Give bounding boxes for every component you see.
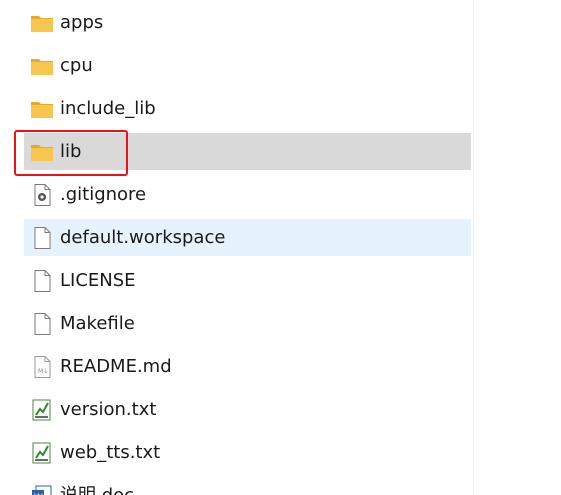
file-list-item[interactable]: include_lib	[24, 90, 471, 127]
file-list-item[interactable]: W 说明.doc	[24, 477, 471, 495]
svg-text:M↓: M↓	[38, 368, 48, 375]
folder-icon	[30, 12, 54, 34]
file-list-item[interactable]: apps	[24, 4, 471, 41]
file-list: apps cpu include_liblib .gitignore default.w…	[0, 0, 473, 495]
text-file-icon	[30, 399, 54, 421]
blank-file-icon	[30, 227, 54, 249]
file-name-label: apps	[60, 12, 104, 33]
file-list-item[interactable]: .gitignore	[24, 176, 471, 213]
word-doc-icon: W	[30, 485, 54, 495]
file-list-item[interactable]: cpu	[24, 47, 471, 84]
file-name-label: Makefile	[60, 313, 135, 334]
file-list-item[interactable]: lib	[24, 133, 471, 170]
file-name-label: lib	[60, 141, 82, 162]
file-list-item[interactable]: version.txt	[24, 391, 471, 428]
file-name-label: LICENSE	[60, 270, 136, 291]
file-list-item[interactable]: LICENSE	[24, 262, 471, 299]
markdown-file-icon: M↓	[30, 356, 54, 378]
blank-file-icon	[30, 270, 54, 292]
file-name-label: README.md	[60, 356, 172, 377]
file-name-label: include_lib	[60, 98, 156, 119]
file-name-label: cpu	[60, 55, 93, 76]
file-name-label: web_tts.txt	[60, 442, 161, 463]
pane-divider	[473, 0, 474, 495]
config-file-icon	[30, 184, 54, 206]
text-file-icon	[30, 442, 54, 464]
file-list-item[interactable]: default.workspace	[24, 219, 471, 256]
folder-icon	[30, 141, 54, 163]
file-name-label: version.txt	[60, 399, 157, 420]
file-list-item[interactable]: web_tts.txt	[24, 434, 471, 471]
file-explorer-view: apps cpu include_liblib .gitignore default.w…	[0, 0, 561, 495]
file-name-label: 说明.doc	[60, 477, 134, 495]
file-list-item[interactable]: M↓ README.md	[24, 348, 471, 385]
file-list-item[interactable]: Makefile	[24, 305, 471, 342]
blank-file-icon	[30, 313, 54, 335]
folder-icon	[30, 55, 54, 77]
file-name-label: .gitignore	[60, 184, 147, 205]
folder-icon	[30, 98, 54, 120]
file-name-label: default.workspace	[60, 227, 226, 248]
